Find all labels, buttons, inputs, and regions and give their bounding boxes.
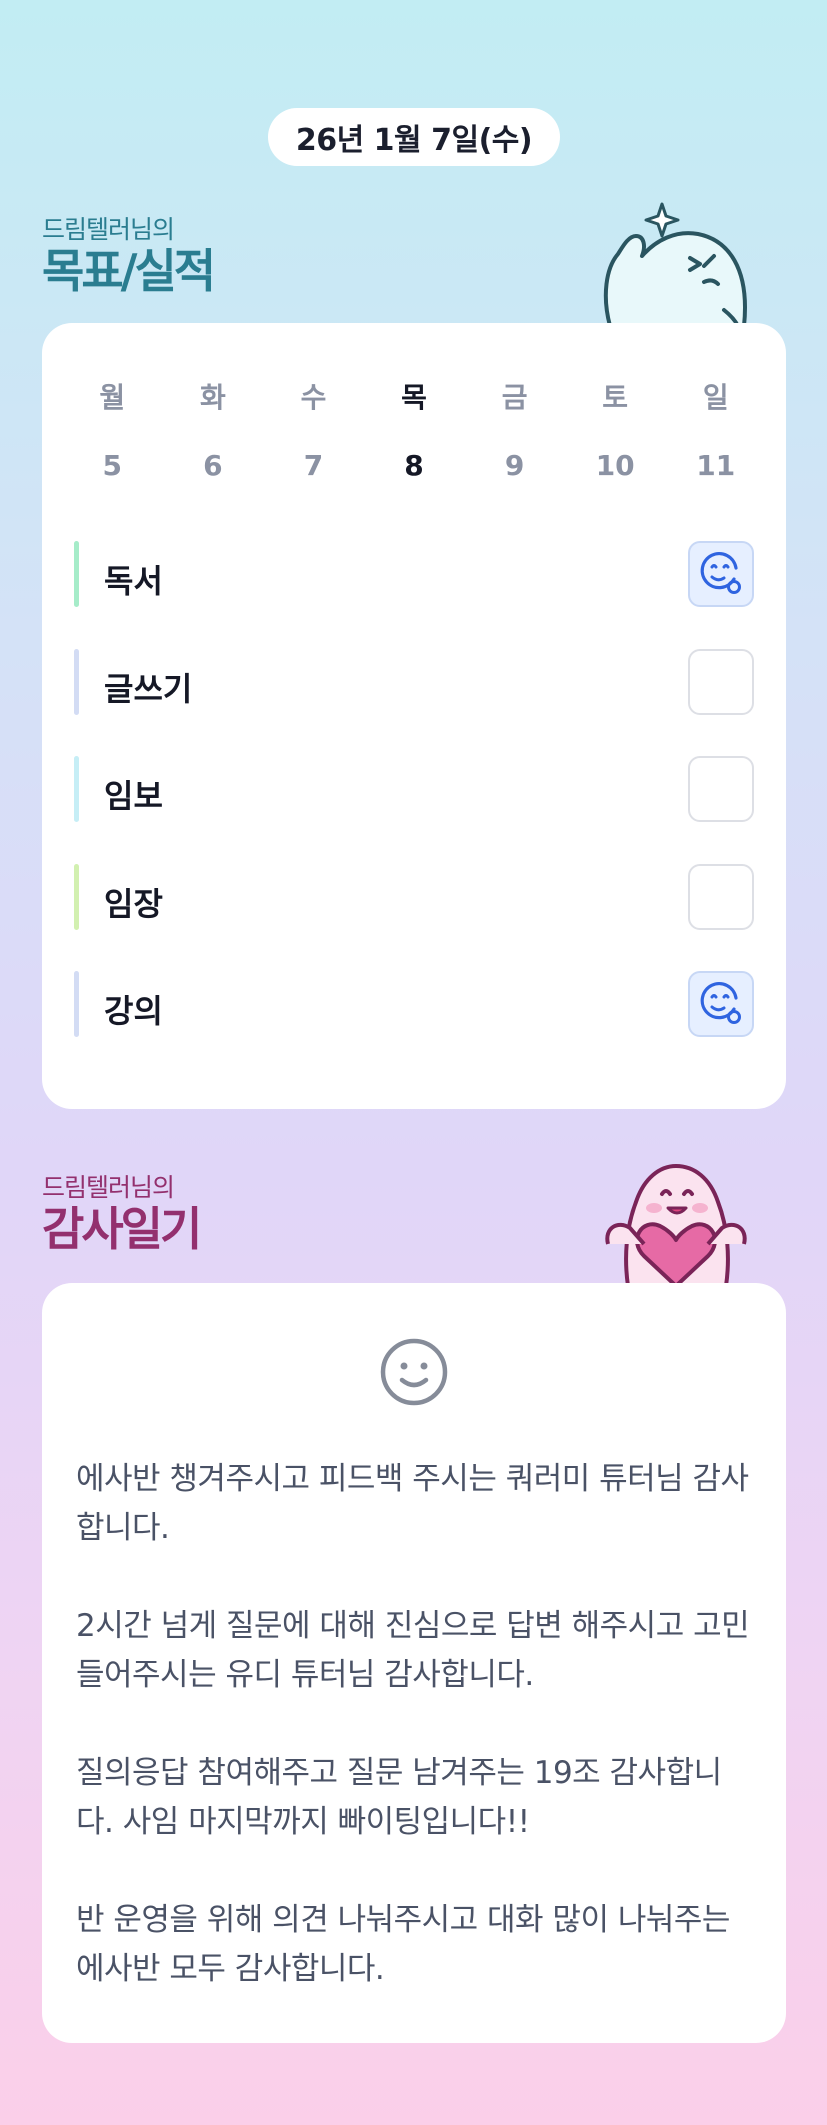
smile-icon[interactable]	[380, 1338, 448, 1406]
goal-section-header: 드림텔러님의 목표/실적	[42, 210, 216, 298]
goal-label: 임보	[104, 777, 163, 815]
weekday-label[interactable]: 토	[565, 376, 666, 416]
goal-color-bar	[74, 971, 79, 1037]
date-number[interactable]: 11	[665, 449, 766, 482]
gratitude-entry: 반 운영을 위해 의견 나눠주시고 대화 많이 나눠주는 에사반 모두 감사합니…	[76, 1902, 730, 1987]
weekday-label[interactable]: 월	[62, 376, 163, 416]
gratitude-section-subtitle: 드림텔러님의	[42, 1173, 175, 1202]
goal-checkbox[interactable]	[688, 756, 754, 822]
date-pill[interactable]: 26년 1월 7일(수)	[268, 108, 560, 166]
gratitude-section-title: 감사일기	[42, 1202, 202, 1256]
gratitude-entry: 2시간 넘게 질문에 대해 진심으로 답변 해주시고 고민 들어주시는 유디 튜…	[76, 1608, 750, 1693]
smile-check-icon	[700, 982, 741, 1024]
gratitude-entry: 질의응답 참여해주고 질문 남겨주는 19조 감사합니다. 사임 마지막까지 빠…	[76, 1755, 722, 1840]
date-number-today[interactable]: 8	[364, 449, 465, 482]
weekday-label-today[interactable]: 목	[364, 376, 465, 416]
goal-item-lecture: 강의	[74, 971, 754, 1037]
goal-item-imbo: 임보	[74, 756, 754, 822]
goal-item-imjang: 임장	[74, 864, 754, 930]
goal-section-title: 목표/실적	[42, 244, 216, 298]
weekday-label[interactable]: 일	[665, 376, 766, 416]
gratitude-section-header: 드림텔러님의 감사일기	[42, 1168, 202, 1256]
weekday-label[interactable]: 수	[263, 376, 364, 416]
date-number[interactable]: 5	[62, 449, 163, 482]
gratitude-card: 에사반 챙겨주시고 피드백 주시는 쿼러미 튜터님 감사합니다. 2시간 넘게 …	[42, 1283, 786, 2043]
date-number[interactable]: 9	[464, 449, 565, 482]
goal-color-bar	[74, 541, 79, 607]
goal-label: 임장	[104, 885, 163, 923]
goal-section-subtitle: 드림텔러님의	[42, 215, 175, 244]
goal-label: 강의	[104, 992, 163, 1030]
goal-item-writing: 글쓰기	[74, 649, 754, 715]
goal-color-bar	[74, 864, 79, 930]
date-number[interactable]: 10	[565, 449, 666, 482]
date-number[interactable]: 6	[163, 449, 264, 482]
weekday-label[interactable]: 금	[464, 376, 565, 416]
current-date: 26년 1월 7일(수)	[295, 123, 533, 158]
goal-item-reading: 독서	[74, 541, 754, 607]
weekday-label[interactable]: 화	[163, 376, 264, 416]
thumbs-up-character-icon	[603, 202, 747, 326]
goal-checkbox[interactable]	[688, 864, 754, 930]
smile-check-icon	[700, 552, 741, 594]
date-number[interactable]: 7	[263, 449, 364, 482]
gratitude-entry: 에사반 챙겨주시고 피드백 주시는 쿼러미 튜터님 감사합니다.	[76, 1461, 749, 1546]
weekday-row: 월 화 수 목 금 토 일	[62, 376, 766, 416]
goal-label: 글쓰기	[104, 670, 193, 708]
goal-label: 독서	[104, 562, 163, 600]
goal-color-bar	[74, 649, 79, 715]
goal-color-bar	[74, 756, 79, 822]
gratitude-entries: 에사반 챙겨주시고 피드백 주시는 쿼러미 튜터님 감사합니다. 2시간 넘게 …	[76, 1455, 756, 1994]
heart-character-icon	[605, 1164, 747, 1286]
goal-card: 월 화 수 목 금 토 일 5 6 7 8 9 10 11 독서 글쓰기 임보 …	[42, 323, 786, 1109]
goal-checkbox-done[interactable]	[688, 541, 754, 607]
goal-checkbox[interactable]	[688, 649, 754, 715]
goal-checkbox-done[interactable]	[688, 971, 754, 1037]
date-row: 5 6 7 8 9 10 11	[62, 449, 766, 482]
